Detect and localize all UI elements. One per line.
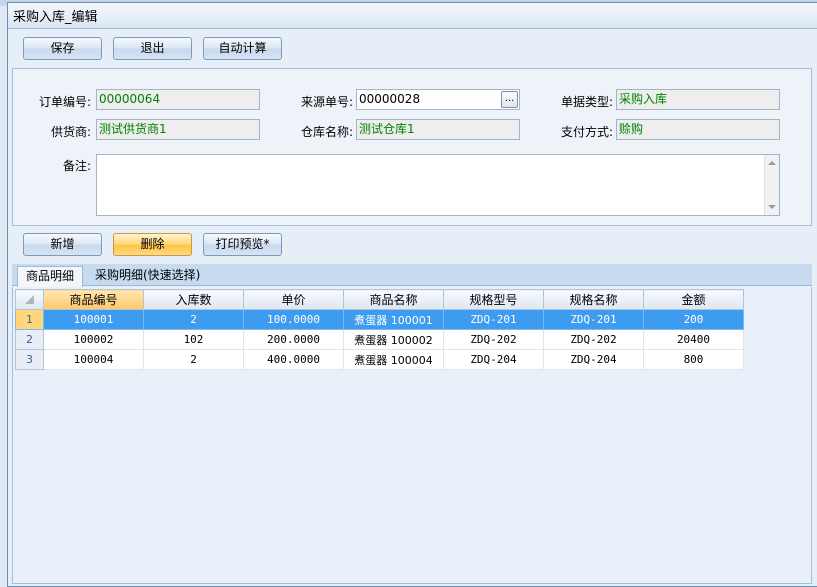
cell-product-name[interactable]: 煮蛋器 100004 — [343, 349, 444, 370]
remark-textarea[interactable] — [96, 154, 780, 216]
doc-type-field[interactable]: 采购入库 — [616, 89, 780, 110]
detail-toolbar: 新增 删除 打印预览* — [12, 227, 812, 263]
cell-amount[interactable]: 800 — [643, 349, 744, 370]
add-row-button[interactable]: 新增 — [23, 233, 102, 256]
cell-amount[interactable]: 20400 — [643, 329, 744, 350]
cell-spec-name[interactable]: ZDQ-201 — [543, 309, 644, 330]
cell-spec-name[interactable]: ZDQ-202 — [543, 329, 644, 350]
row-index[interactable]: 3 — [15, 349, 44, 370]
tab-purchase-quick-select[interactable]: 采购明细(快速选择) — [87, 266, 208, 287]
cell-product-name[interactable]: 煮蛋器 100002 — [343, 329, 444, 350]
source-lookup-button[interactable]: ... — [501, 91, 518, 108]
order-no-field[interactable]: 00000064 — [96, 89, 260, 110]
grid-header-row: 商品编号 入库数 单价 商品名称 规格型号 规格名称 金额 — [15, 289, 744, 310]
col-quantity[interactable]: 入库数 — [143, 289, 244, 310]
row-index[interactable]: 1 — [15, 309, 44, 330]
supplier-field[interactable]: 测试供货商1 — [96, 119, 260, 140]
cell-spec-model[interactable]: ZDQ-204 — [443, 349, 544, 370]
cell-spec-model[interactable]: ZDQ-202 — [443, 329, 544, 350]
row-index[interactable]: 2 — [15, 329, 44, 350]
col-product-name[interactable]: 商品名称 — [343, 289, 444, 310]
table-row[interactable]: 1 100001 2 100.0000 煮蛋器 100001 ZDQ-201 Z… — [15, 309, 744, 330]
grid-corner[interactable] — [15, 289, 44, 310]
col-product-code[interactable]: 商品编号 — [43, 289, 144, 310]
cell-product-code[interactable]: 100004 — [43, 349, 144, 370]
col-spec-model[interactable]: 规格型号 — [443, 289, 544, 310]
source-no-label: 来源单号: — [300, 95, 353, 109]
delete-row-button[interactable]: 删除 — [113, 233, 192, 256]
col-amount[interactable]: 金额 — [643, 289, 744, 310]
window-client: 保存 退出 自动计算 订单编号: 00000064 来源单号: 00000028… — [12, 31, 812, 584]
supplier-label: 供货商: — [50, 125, 91, 139]
source-no-field[interactable]: 00000028 ... — [356, 89, 520, 110]
doc-type-label: 单据类型: — [560, 95, 613, 109]
window-title: 采购入库_编辑 — [13, 10, 98, 25]
cell-quantity[interactable]: 2 — [143, 309, 244, 330]
cell-unit-price[interactable]: 100.0000 — [243, 309, 344, 330]
col-unit-price[interactable]: 单价 — [243, 289, 344, 310]
cell-product-code[interactable]: 100001 — [43, 309, 144, 330]
scroll-down-icon[interactable] — [768, 205, 776, 209]
title-bar[interactable]: 采购入库_编辑 — [8, 3, 817, 29]
save-button[interactable]: 保存 — [23, 37, 102, 60]
cell-quantity[interactable]: 2 — [143, 349, 244, 370]
table-row[interactable]: 2 100002 102 200.0000 煮蛋器 100002 ZDQ-202… — [15, 329, 744, 350]
purchase-inbound-edit-window: 采购入库_编辑 保存 退出 自动计算 订单编号: 00000064 来源单号: … — [7, 2, 817, 587]
select-all-icon — [25, 294, 34, 304]
col-spec-name[interactable]: 规格名称 — [543, 289, 644, 310]
scroll-up-icon[interactable] — [768, 161, 776, 165]
cell-unit-price[interactable]: 400.0000 — [243, 349, 344, 370]
source-no-value: 00000028 — [359, 92, 421, 106]
cell-product-name[interactable]: 煮蛋器 100001 — [343, 309, 444, 330]
cell-quantity[interactable]: 102 — [143, 329, 244, 350]
remark-label: 备注: — [62, 159, 91, 173]
exit-button[interactable]: 退出 — [113, 37, 192, 60]
cell-spec-name[interactable]: ZDQ-204 — [543, 349, 644, 370]
cell-unit-price[interactable]: 200.0000 — [243, 329, 344, 350]
detail-tabs: 商品明细 采购明细(快速选择) — [12, 264, 812, 287]
cell-spec-model[interactable]: ZDQ-201 — [443, 309, 544, 330]
main-toolbar: 保存 退出 自动计算 — [12, 31, 812, 65]
cell-product-code[interactable]: 100002 — [43, 329, 144, 350]
warehouse-label: 仓库名称: — [300, 125, 353, 139]
grid-area: 商品编号 入库数 单价 商品名称 规格型号 规格名称 金额 1 100001 2 — [12, 287, 812, 584]
cell-amount[interactable]: 200 — [643, 309, 744, 330]
warehouse-field[interactable]: 测试仓库1 — [356, 119, 520, 140]
table-row[interactable]: 3 100004 2 400.0000 煮蛋器 100004 ZDQ-204 Z… — [15, 349, 744, 370]
remark-scrollbar[interactable] — [764, 155, 779, 215]
tab-product-detail[interactable]: 商品明细 — [17, 266, 84, 287]
product-grid[interactable]: 商品编号 入库数 单价 商品名称 规格型号 规格名称 金额 1 100001 2 — [15, 289, 744, 370]
payment-label: 支付方式: — [560, 125, 613, 139]
payment-field[interactable]: 赊购 — [616, 119, 780, 140]
order-no-label: 订单编号: — [38, 95, 91, 109]
header-form: 订单编号: 00000064 来源单号: 00000028 ... 单据类型: … — [12, 68, 812, 226]
print-preview-button[interactable]: 打印预览* — [203, 233, 282, 256]
auto-calc-button[interactable]: 自动计算 — [203, 37, 282, 60]
